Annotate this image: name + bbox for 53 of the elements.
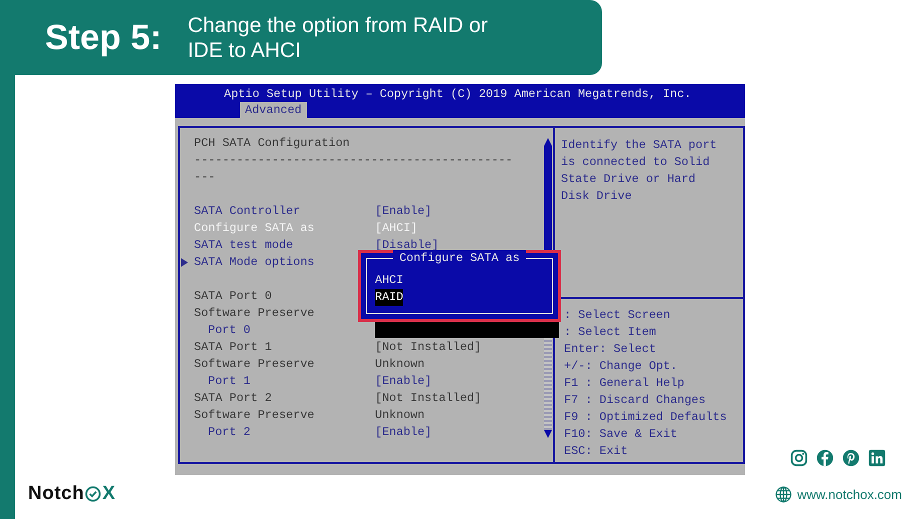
key-hint: : Select Item: [564, 324, 658, 341]
step-instruction: Change the option from RAID or IDE to AHCI: [188, 12, 489, 62]
popup-option[interactable]: AHCI: [375, 272, 404, 289]
submenu-arrow-icon: [181, 258, 188, 267]
pinterest-icon[interactable]: [842, 449, 860, 467]
bios-title: Aptio Setup Utility – Copyright (C) 2019 American Megatrends, Inc.: [223, 86, 692, 102]
key-hint: F7 : Discard Changes: [564, 392, 707, 409]
key-hint: F9 : Optimized Defaults: [564, 409, 728, 426]
key-hint: Enter: Select: [564, 341, 658, 358]
setting-value: [Disable]: [375, 237, 439, 252]
key-hint: +/-: Change Opt.: [564, 358, 678, 375]
setting-label[interactable]: SATA Mode options: [194, 254, 314, 271]
help-text: Identify the SATA port is connected to Solid State Drive or Hard Disk Drive: [560, 137, 718, 205]
setting-label: Software Preserve: [194, 305, 314, 322]
setting-label: SATA Port 2: [194, 390, 272, 407]
setting-value: [Enable]: [375, 373, 432, 390]
setting-label: Software Preserve: [194, 407, 314, 424]
setting-label: ---: [194, 169, 216, 186]
setting-value: [Not Installed]: [375, 339, 482, 356]
scroll-up-arrow-icon[interactable]: [544, 138, 552, 146]
facebook-icon[interactable]: [816, 449, 834, 467]
setting-label[interactable]: Port 1: [194, 373, 250, 390]
setting-value: [Enable]: [375, 203, 432, 220]
setting-label[interactable]: SATA test mode: [194, 237, 294, 254]
popup-option[interactable]: RAID: [375, 289, 404, 306]
key-hint: F1 : General Help: [564, 375, 686, 392]
setting-label[interactable]: SATA Controller: [194, 203, 300, 220]
key-hint: F10: Save & Exit: [564, 426, 678, 443]
setting-label: Software Preserve: [194, 356, 314, 373]
globe-icon: [775, 486, 792, 502]
key-hint: : Select Screen: [564, 307, 672, 324]
setting-label: PCH SATA Configuration: [194, 135, 350, 152]
linkedin-icon[interactable]: [868, 449, 886, 467]
key-hint: ESC: Exit: [564, 443, 629, 460]
setting-value: Unknown: [375, 356, 425, 373]
setting-value: [Enable]: [375, 424, 432, 441]
website-link[interactable]: www.notchox.com: [797, 486, 902, 502]
setting-label[interactable]: Port 2: [194, 424, 250, 441]
step-title: Step 5:: [45, 18, 162, 58]
popup-title: Configure SATA as: [393, 250, 526, 266]
logo-text: X: [102, 483, 116, 505]
setting-value: [AHCI]: [375, 220, 418, 237]
logo-text: Notch: [28, 483, 84, 505]
setting-label: SATA Port 1: [194, 339, 272, 356]
setting-label: SATA Port 0: [194, 288, 272, 305]
check-circle-icon: [84, 485, 102, 503]
scroll-down-arrow-icon[interactable]: [544, 430, 552, 438]
instagram-icon[interactable]: [790, 449, 808, 467]
setting-value: Unknown: [375, 407, 425, 424]
setting-label[interactable]: Port 0: [194, 322, 250, 339]
setting-label: ---------------------------------------------: [194, 152, 513, 169]
setting-value: [Not Installed]: [375, 390, 482, 407]
bios-tab[interactable]: Advanced: [240, 102, 307, 118]
